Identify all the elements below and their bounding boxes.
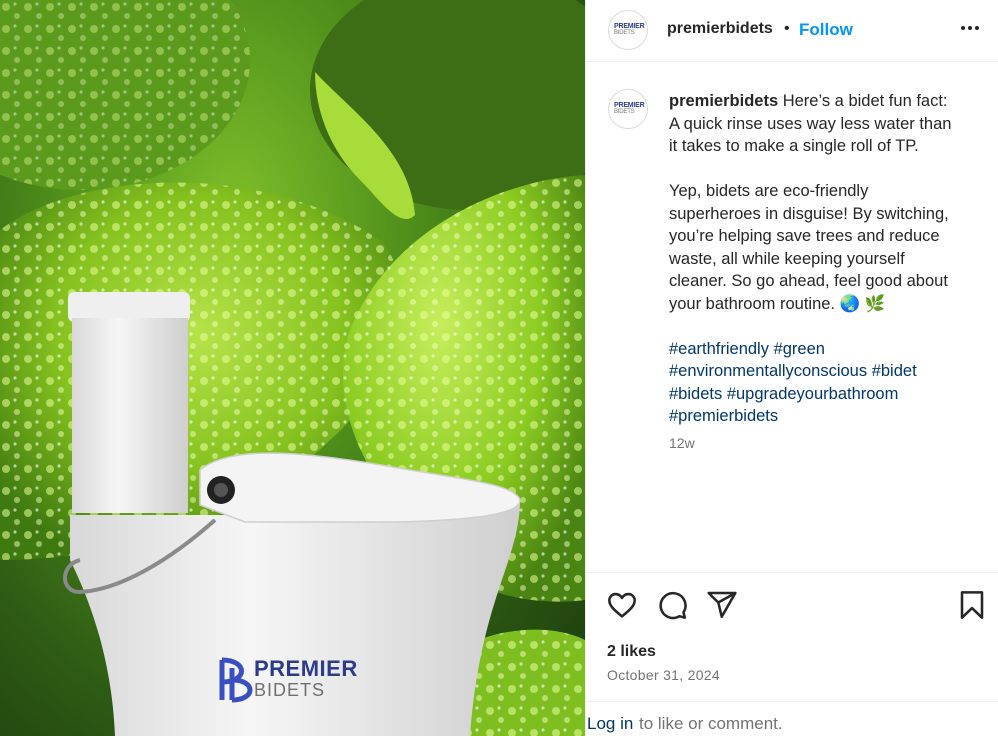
hashtag-line: #earthfriendly #green bbox=[669, 338, 979, 361]
caption-line: it takes to make a single roll of TP. bbox=[669, 137, 919, 155]
more-icon[interactable] bbox=[958, 16, 982, 40]
caption-avatar[interactable]: PREMIER BIDETS bbox=[608, 89, 648, 129]
avatar[interactable]: PREMIER BIDETS bbox=[608, 10, 648, 50]
caption-username[interactable]: premierbidets bbox=[669, 92, 778, 110]
hashtag-link[interactable]: #bidets bbox=[669, 385, 722, 403]
hashtag-link[interactable]: #premierbidets bbox=[669, 407, 778, 425]
post-caption: premierbidets Here’s a bidet fun fact: A… bbox=[669, 90, 979, 428]
image-brand-premier: PREMIER bbox=[254, 656, 358, 681]
caption-line: cleaner. So go ahead, feel good about bbox=[669, 272, 948, 290]
hashtag-link[interactable]: #bidet bbox=[872, 362, 917, 380]
post-date: October 31, 2024 bbox=[607, 667, 720, 683]
avatar-text-bidets: BIDETS bbox=[614, 30, 635, 36]
avatar-logo: PREMIER BIDETS bbox=[614, 23, 645, 37]
caption-line: waste, all while keeping yourself bbox=[669, 249, 905, 268]
avatar-logo: PREMIER BIDETS bbox=[614, 102, 645, 116]
login-prompt-text: to like or comment. bbox=[639, 714, 783, 733]
heart-icon[interactable] bbox=[606, 589, 638, 621]
leaves-and-toilet-illustration bbox=[0, 0, 585, 736]
comment-icon[interactable] bbox=[656, 589, 688, 621]
caption-line: A quick rinse uses way less water than bbox=[669, 114, 952, 133]
login-prompt: Log in to like or comment. bbox=[586, 701, 998, 736]
action-bar bbox=[586, 572, 998, 636]
follow-button[interactable]: Follow bbox=[799, 20, 853, 40]
post-side-panel: PREMIER BIDETS premierbidets • Follow PR… bbox=[585, 0, 998, 736]
caption-line: Here’s a bidet fun fact: bbox=[782, 92, 948, 110]
hashtag-link[interactable]: #earthfriendly bbox=[669, 340, 769, 358]
post-age[interactable]: 12w bbox=[669, 435, 695, 451]
hashtag-link[interactable]: #green bbox=[774, 340, 825, 358]
post-header: PREMIER BIDETS premierbidets • Follow bbox=[586, 0, 998, 62]
hashtag-line: #environmentallyconscious #bidet bbox=[669, 360, 979, 383]
username-link[interactable]: premierbidets bbox=[667, 20, 773, 38]
share-icon[interactable] bbox=[706, 589, 738, 621]
caption-line: Yep, bidets are eco-friendly bbox=[669, 182, 869, 200]
post-image: PREMIER BIDETS bbox=[0, 0, 585, 736]
image-brand-bidets: BIDETS bbox=[254, 680, 326, 700]
hashtag-line: #premierbidets bbox=[669, 405, 979, 428]
caption-line: superheroes in disguise! By switching, bbox=[669, 204, 949, 223]
separator-dot: • bbox=[784, 20, 790, 37]
caption-line: your bathroom routine. 🌏 🌿 bbox=[669, 294, 886, 313]
hashtag-link[interactable]: #upgradeyourbathroom bbox=[727, 385, 899, 403]
caption-line: you’re helping save trees and reduce bbox=[669, 227, 940, 245]
avatar-text-premier: PREMIER bbox=[614, 102, 645, 109]
bookmark-icon[interactable] bbox=[956, 589, 988, 621]
login-link[interactable]: Log in bbox=[587, 714, 633, 734]
hashtag-line: #bidets #upgradeyourbathroom bbox=[669, 383, 979, 406]
avatar-text-bidets: BIDETS bbox=[614, 109, 635, 115]
hashtag-link[interactable]: #environmentallyconscious bbox=[669, 362, 867, 380]
avatar-text-premier: PREMIER bbox=[614, 23, 645, 30]
like-count[interactable]: 2 likes bbox=[607, 643, 656, 661]
